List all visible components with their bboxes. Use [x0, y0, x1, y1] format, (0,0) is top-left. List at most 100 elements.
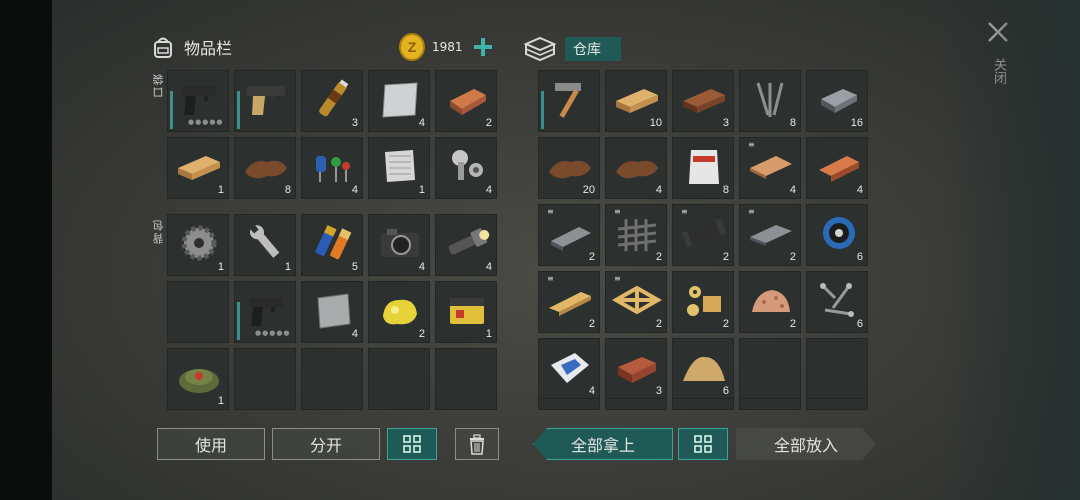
equipped-indicator — [170, 91, 173, 129]
timber-beam-icon — [549, 292, 591, 316]
wood-plank-dark-icon — [683, 89, 725, 113]
svg-text:Z: Z — [408, 39, 417, 55]
inventory-slot[interactable]: ≡ 2 — [538, 271, 600, 333]
copper-ingot-icon — [819, 156, 859, 182]
coin-icon: Z — [399, 33, 425, 61]
inventory-slot[interactable]: ≡ 2 — [605, 271, 667, 333]
trash-button[interactable] — [455, 428, 499, 460]
inventory-slot[interactable]: ≡ 2 — [672, 204, 734, 266]
inventory-slot[interactable]: 3 — [672, 70, 734, 132]
inventory-slot[interactable]: 4 — [605, 137, 667, 199]
inventory-slot[interactable]: 4 — [301, 137, 363, 199]
wrench-icon — [249, 224, 280, 258]
empty-slot[interactable] — [605, 398, 667, 410]
inventory-slot[interactable]: 4 — [435, 137, 497, 199]
item-quantity: 6 — [722, 385, 729, 397]
wood-plank-icon — [178, 156, 220, 180]
grid-icon — [694, 435, 712, 453]
tier-marker-icon: ≡ — [748, 207, 755, 216]
inventory-slot[interactable]: 8 — [739, 70, 801, 132]
inventory-slot[interactable]: 4 — [368, 70, 430, 132]
vial-icon — [319, 79, 349, 117]
inventory-slot[interactable]: 3 — [605, 338, 667, 400]
empty-slot[interactable] — [538, 398, 600, 410]
wood-frame-icon — [612, 285, 662, 315]
inventory-slot[interactable]: ≡ 4 — [739, 137, 801, 199]
empty-slot[interactable] — [806, 338, 868, 400]
close-icon — [988, 22, 1008, 42]
inventory-slot[interactable]: 4 — [368, 214, 430, 276]
coin-counter: Z 1981 — [398, 33, 463, 61]
item-quantity: 20 — [582, 184, 595, 196]
inventory-slot[interactable]: 8 — [234, 137, 296, 199]
inventory-slot[interactable]: 4 — [301, 281, 363, 343]
inventory-slot[interactable]: ●●●●● — [167, 70, 229, 132]
item-quantity: 16 — [850, 117, 863, 129]
split-button[interactable]: 分开 — [272, 428, 380, 460]
tier-marker-icon: ≡ — [614, 207, 621, 216]
put-all-button[interactable]: 全部放入 — [736, 428, 876, 460]
inventory-slot[interactable]: 8 — [672, 137, 734, 199]
sort-inventory-button[interactable] — [387, 428, 437, 460]
empty-slot[interactable] — [234, 348, 296, 410]
inventory-slot[interactable]: 4 — [538, 338, 600, 400]
inventory-slot[interactable]: 2 — [739, 271, 801, 333]
inventory-slot[interactable]: 1 — [167, 214, 229, 276]
empty-slot[interactable] — [301, 348, 363, 410]
steel-ingot-icon — [821, 89, 857, 113]
inventory-slot[interactable]: 20 — [538, 137, 600, 199]
coin-count: 1981 — [432, 40, 463, 54]
inventory-slot[interactable]: 6 — [806, 271, 868, 333]
rebar-mesh-icon — [617, 219, 657, 251]
item-quantity: 8 — [284, 184, 291, 196]
inventory-slot[interactable]: 1 — [234, 214, 296, 276]
inventory-slot[interactable]: 1 — [167, 137, 229, 199]
item-quantity: 1 — [217, 184, 224, 196]
inventory-slot[interactable]: 1 — [368, 137, 430, 199]
use-button[interactable]: 使用 — [157, 428, 265, 460]
empty-slot[interactable] — [435, 348, 497, 410]
empty-slot[interactable] — [806, 398, 868, 410]
inventory-slot[interactable]: 16 — [806, 70, 868, 132]
inventory-slot[interactable]: 5 — [301, 214, 363, 276]
inventory-slot[interactable]: 2 — [435, 70, 497, 132]
empty-slot[interactable] — [368, 348, 430, 410]
add-coins-button[interactable] — [472, 36, 494, 58]
pistol-icon — [182, 87, 216, 115]
inventory-slot[interactable]: 3 — [301, 70, 363, 132]
item-quantity: 2 — [722, 251, 729, 263]
inventory-slot[interactable]: 6 — [672, 338, 734, 400]
empty-slot[interactable] — [739, 338, 801, 400]
sort-storage-button[interactable] — [678, 428, 728, 460]
inventory-slot[interactable]: ●●●●● — [234, 281, 296, 343]
empty-slot[interactable] — [672, 398, 734, 410]
inventory-slot[interactable]: 1 — [435, 281, 497, 343]
empty-slot[interactable] — [739, 398, 801, 410]
equipped-indicator — [237, 91, 240, 129]
durability-dots: ●●●●● — [188, 118, 224, 126]
inventory-slot[interactable]: 1 — [167, 348, 229, 410]
close-label: 关闭 — [991, 58, 1006, 84]
leather-icon — [616, 160, 658, 179]
inventory-slot[interactable] — [234, 70, 296, 132]
item-quantity: 4 — [485, 261, 492, 273]
inventory-slot[interactable]: 6 — [806, 204, 868, 266]
inventory-slot[interactable]: 2 — [672, 271, 734, 333]
inventory-slot[interactable] — [538, 70, 600, 132]
inventory-slot[interactable]: ≡ 2 — [605, 204, 667, 266]
take-all-button[interactable]: 全部拿上 — [533, 428, 673, 460]
inventory-slot[interactable]: ≡ 2 — [739, 204, 801, 266]
inventory-slot[interactable]: 4 — [806, 137, 868, 199]
inventory-slot[interactable]: 2 — [368, 281, 430, 343]
board-icon — [750, 156, 792, 179]
item-quantity: 2 — [588, 318, 595, 330]
close-button[interactable] — [986, 20, 1010, 44]
item-quantity: 1 — [485, 328, 492, 340]
camera-icon — [381, 229, 419, 257]
inventory-slot[interactable]: 4 — [435, 214, 497, 276]
inventory-slot[interactable]: ≡ 2 — [538, 204, 600, 266]
inventory-slot[interactable]: 10 — [605, 70, 667, 132]
empty-slot[interactable] — [167, 281, 229, 343]
tier-marker-icon: ≡ — [614, 274, 621, 283]
item-quantity: 1 — [284, 261, 291, 273]
